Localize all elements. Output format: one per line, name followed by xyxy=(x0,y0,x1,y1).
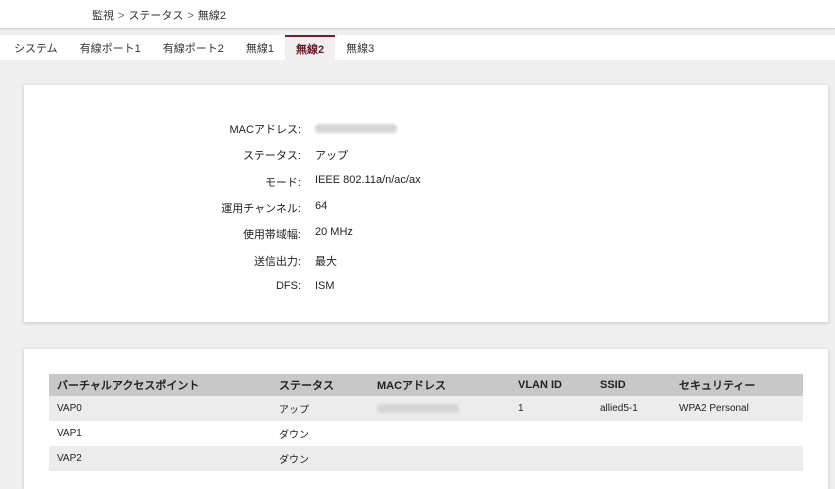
col-header-vlan: VLAN ID xyxy=(510,374,592,396)
tx-power-value: 最大 xyxy=(315,256,337,268)
status-label: ステータス: xyxy=(242,150,301,162)
vap-ssid xyxy=(592,446,671,471)
vap-status: ダウン xyxy=(271,446,369,471)
tab-system[interactable]: システム xyxy=(0,35,69,60)
vap-vlan: 1 xyxy=(510,396,592,421)
dfs-row: DFS: ISM xyxy=(24,280,828,296)
breadcrumb: 監視 > ステータス > 無線2 xyxy=(0,0,835,29)
table-header-row: バーチャルアクセスポイント ステータス MACアドレス VLAN ID SSID… xyxy=(49,374,803,396)
vap-status: アップ xyxy=(271,396,369,421)
status-value: アップ xyxy=(315,150,348,162)
channel-value: 64 xyxy=(315,200,328,212)
bandwidth-value: 20 MHz xyxy=(315,226,353,238)
tab-wireless-3[interactable]: 無線3 xyxy=(335,35,385,60)
channel-label: 運用チャンネル: xyxy=(221,203,301,215)
tx-power-row: 送信出力: 最大 xyxy=(24,253,828,269)
table-row[interactable]: VAP0 アップ 1 allied5-1 WPA2 Personal xyxy=(49,396,803,421)
breadcrumb-item-monitor[interactable]: 監視 xyxy=(92,10,114,22)
vap-security: WPA2 Personal xyxy=(671,396,803,421)
vap-mac xyxy=(369,446,510,471)
vap-panel: バーチャルアクセスポイント ステータス MACアドレス VLAN ID SSID… xyxy=(24,349,828,489)
tab-wired-port-1[interactable]: 有線ポート1 xyxy=(69,35,152,60)
mode-value: IEEE 802.11a/n/ac/ax xyxy=(315,174,421,186)
redacted-mac xyxy=(315,124,397,133)
status-row: ステータス: アップ xyxy=(24,147,828,163)
bandwidth-row: 使用帯域幅: 20 MHz xyxy=(24,226,828,242)
mac-row: MACアドレス: xyxy=(24,121,828,137)
dfs-label: DFS: xyxy=(275,280,301,292)
tab-wireless-2[interactable]: 無線2 xyxy=(285,35,336,60)
col-header-status: ステータス xyxy=(271,374,369,396)
vap-name: VAP2 xyxy=(49,446,271,471)
breadcrumb-item-status[interactable]: ステータス xyxy=(128,10,183,22)
vap-ssid: allied5-1 xyxy=(592,396,671,421)
vap-ssid xyxy=(592,421,671,446)
redacted-mac xyxy=(377,404,459,413)
vap-status: ダウン xyxy=(271,421,369,446)
vap-mac xyxy=(369,421,510,446)
col-header-ssid: SSID xyxy=(592,374,671,396)
vap-security xyxy=(671,446,803,471)
radio-info-panel: MACアドレス: ステータス: アップ モード: IEEE 802.11a/n/… xyxy=(24,85,828,322)
col-header-security: セキュリティー xyxy=(671,374,803,396)
channel-row: 運用チャンネル: 64 xyxy=(24,200,828,216)
col-header-mac: MACアドレス xyxy=(369,374,510,396)
vap-table: バーチャルアクセスポイント ステータス MACアドレス VLAN ID SSID… xyxy=(49,374,803,471)
tab-bar: システム 有線ポート1 有線ポート2 無線1 無線2 無線3 xyxy=(0,35,835,60)
mac-value xyxy=(315,121,397,136)
tab-wireless-1[interactable]: 無線1 xyxy=(235,35,285,60)
vap-name: VAP1 xyxy=(49,421,271,446)
col-header-vap: バーチャルアクセスポイント xyxy=(49,374,271,396)
breadcrumb-separator: > xyxy=(187,10,194,22)
tx-power-label: 送信出力: xyxy=(253,256,301,268)
vap-mac xyxy=(369,396,510,421)
vap-vlan xyxy=(510,446,592,471)
vap-security xyxy=(671,421,803,446)
mode-row: モード: IEEE 802.11a/n/ac/ax xyxy=(24,174,828,190)
tab-wired-port-2[interactable]: 有線ポート2 xyxy=(152,35,235,60)
breadcrumb-separator: > xyxy=(118,10,125,22)
dfs-value: ISM xyxy=(315,280,335,292)
bandwidth-label: 使用帯域幅: xyxy=(242,229,301,241)
mac-label: MACアドレス: xyxy=(229,124,302,136)
table-row[interactable]: VAP1 ダウン xyxy=(49,421,803,446)
breadcrumb-item-current: 無線2 xyxy=(197,10,226,22)
mode-label: モード: xyxy=(264,177,301,189)
vap-vlan xyxy=(510,421,592,446)
table-row[interactable]: VAP2 ダウン xyxy=(49,446,803,471)
vap-name: VAP0 xyxy=(49,396,271,421)
